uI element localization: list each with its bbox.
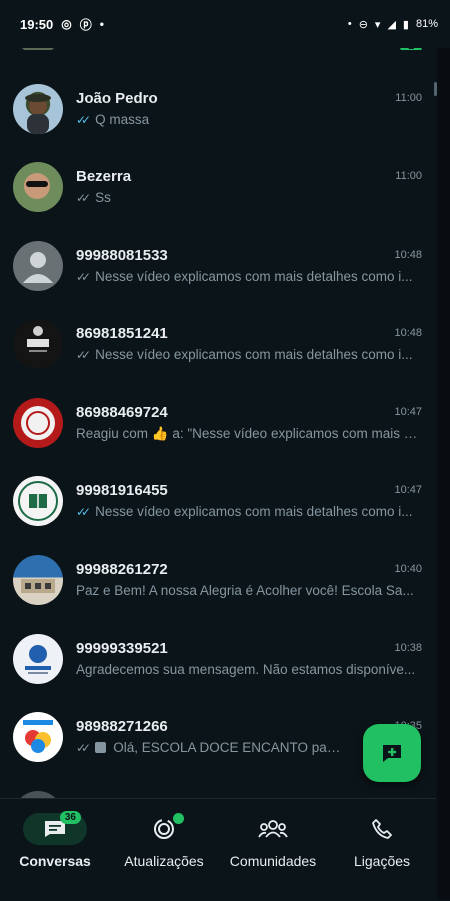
chat-preview: Olá, ESCOLA DOCE ENCANTO paço do lu... xyxy=(113,740,346,755)
chat-row[interactable]: 99988081533 10:48 ✓✓ Nesse vídeo explica… xyxy=(0,241,436,319)
communities-icon xyxy=(258,820,288,838)
chat-preview: Agradecemos sua mensagem. Não estamos di… xyxy=(76,662,416,677)
chat-preview: Nesse vídeo explicamos com mais detalhes… xyxy=(95,269,413,284)
avatar xyxy=(13,162,63,212)
chat-time: 11:00 xyxy=(395,170,422,182)
status-icon xyxy=(154,819,174,839)
phone-icon xyxy=(372,819,392,839)
chat-row[interactable]: 86981851241 10:48 ✓✓ Nesse vídeo explica… xyxy=(0,319,436,397)
signal-icon: ◢ xyxy=(387,18,396,31)
chat-row[interactable]: 86988469724 10:47 Reagiu com 👍 a: "Nesse… xyxy=(0,398,436,476)
read-ticks-icon: ✓✓ xyxy=(76,112,91,127)
wifi-icon: ▾ xyxy=(374,18,381,31)
new-update-dot xyxy=(173,813,184,824)
avatar xyxy=(13,791,63,798)
avatar xyxy=(13,634,63,684)
tab-communities[interactable]: Comunidades xyxy=(218,813,328,869)
chat-row-partial[interactable] xyxy=(0,791,436,798)
delivered-ticks-icon: ✓✓ xyxy=(76,347,91,362)
default-avatar-icon xyxy=(13,241,63,291)
avatar xyxy=(13,84,63,134)
notification-dot-icon: • xyxy=(347,18,352,30)
chat-time: 10:38 xyxy=(394,642,422,654)
delivered-ticks-icon: ✓✓ xyxy=(76,740,91,755)
read-ticks-icon: ✓✓ xyxy=(76,504,91,519)
chat-name: 98988271266 xyxy=(76,718,168,735)
chat-preview: Ss xyxy=(95,190,111,205)
status-bar: 19:50 ◎ ⓟ • • ⊖ ▾ ◢ ▮ 81% xyxy=(0,0,450,48)
avatar xyxy=(13,398,63,448)
instagram-icon: ◎ xyxy=(61,17,72,31)
tab-updates-label: Atualizações xyxy=(124,853,204,869)
clock: 19:50 xyxy=(20,16,54,32)
avatar xyxy=(13,319,63,369)
battery-icon: ▮ xyxy=(402,18,409,31)
do-not-disturb-icon: ⊖ xyxy=(358,18,368,31)
battery-level: 81% xyxy=(415,18,438,30)
chat-time: 10:47 xyxy=(394,406,422,418)
chat-name: 99988081533 xyxy=(76,247,168,264)
image-icon xyxy=(95,742,107,753)
unread-count-badge: 36 xyxy=(59,811,81,824)
chat-preview: Reagiu com 👍 a: "Nesse vídeo explicamos … xyxy=(76,426,422,441)
chat-time: 10:47 xyxy=(394,484,422,496)
chat-row[interactable]: 99999339521 10:38 Agradecemos sua mensag… xyxy=(0,634,436,712)
screen-edge xyxy=(437,0,450,900)
chat-time: 11:00 xyxy=(395,92,422,104)
chat-row[interactable]: João Pedro 11:00 ✓✓ Q massa xyxy=(0,84,436,162)
chat-preview: Q massa xyxy=(95,112,150,127)
chat-row[interactable]: 99981916455 10:47 ✓✓ Nesse vídeo explica… xyxy=(0,476,436,554)
avatar xyxy=(13,555,63,605)
chat-name: João Pedro xyxy=(76,90,158,107)
chat-preview: Paz e Bem! A nossa Alegria é Acolher voc… xyxy=(76,583,414,598)
tab-calls-label: Ligações xyxy=(353,853,411,869)
tab-communities-label: Comunidades xyxy=(229,853,317,869)
chat-row[interactable]: Bezerra 11:00 ✓✓ Ss xyxy=(0,162,436,240)
new-chat-icon xyxy=(383,745,401,762)
chat-name: 99999339521 xyxy=(76,640,168,657)
chat-name: 99981916455 xyxy=(76,482,168,499)
delivered-ticks-icon: ✓✓ xyxy=(76,190,91,205)
tab-chats-label: Conversas xyxy=(19,853,91,869)
chat-preview: Nesse vídeo explicamos com mais detalhes… xyxy=(95,504,413,519)
avatar xyxy=(13,712,63,762)
tab-updates[interactable]: Atualizações xyxy=(109,813,219,869)
chat-row[interactable]: 99988261272 10:40 Paz e Bem! A nossa Ale… xyxy=(0,555,436,633)
chat-name: 86981851241 xyxy=(76,325,168,342)
bottom-nav: 36 Conversas Atualizações Comunidades Li… xyxy=(0,798,436,901)
chat-time: 10:48 xyxy=(394,327,422,339)
chat-time: 10:48 xyxy=(394,249,422,261)
chat-name: 99988261272 xyxy=(76,561,168,578)
chat-time: 10:40 xyxy=(394,563,422,575)
tab-calls[interactable]: Ligações xyxy=(327,813,437,869)
chat-name: 86988469724 xyxy=(76,404,168,421)
chat-name: Bezerra xyxy=(76,168,132,185)
chat-preview: Nesse vídeo explicamos com mais detalhes… xyxy=(95,347,413,362)
delivered-ticks-icon: ✓✓ xyxy=(76,269,91,284)
pinterest-icon: ⓟ xyxy=(79,17,92,32)
tab-chats[interactable]: 36 Conversas xyxy=(0,811,110,869)
notification-dot-icon: • xyxy=(99,17,104,31)
avatar xyxy=(13,476,63,526)
new-chat-button[interactable] xyxy=(363,724,421,782)
